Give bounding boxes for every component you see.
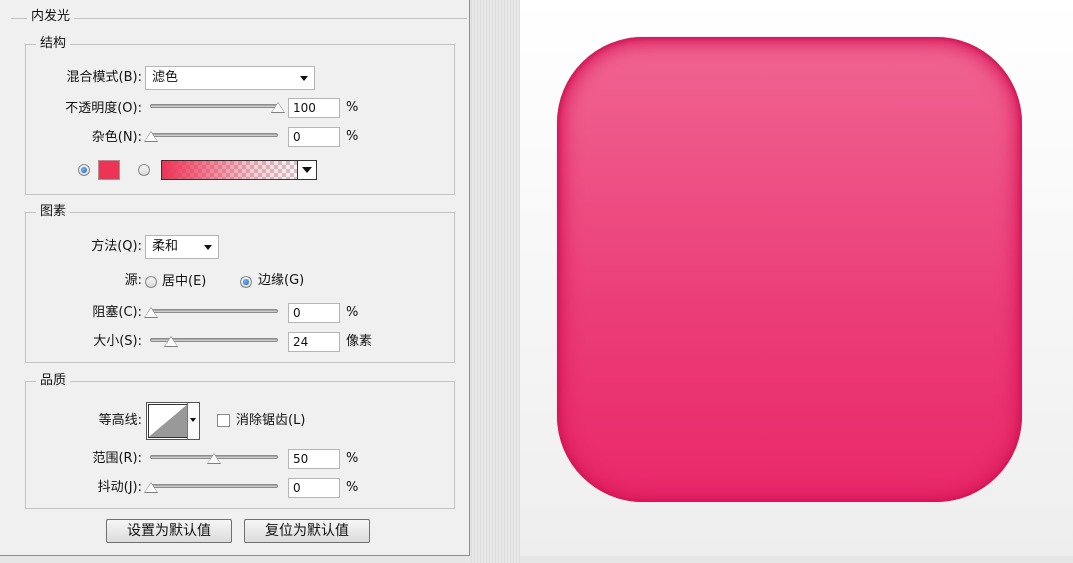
chevron-down-icon <box>204 245 212 250</box>
rounded-square-icon-preview <box>557 37 1022 502</box>
source-edge-label[interactable]: 边缘(G) <box>258 272 304 290</box>
noise-slider[interactable] <box>144 129 278 143</box>
size-slider[interactable] <box>150 334 278 348</box>
choke-slider[interactable] <box>144 305 278 319</box>
chevron-down-icon[interactable] <box>187 403 199 439</box>
choke-slider-thumb[interactable] <box>144 307 158 318</box>
jitter-slider-thumb[interactable] <box>144 482 158 493</box>
jitter-slider[interactable] <box>144 480 278 494</box>
jitter-unit: % <box>346 480 359 495</box>
solid-color-radio[interactable] <box>78 164 90 176</box>
noise-unit: % <box>346 129 359 144</box>
range-input[interactable]: 50 <box>288 449 340 469</box>
source-center-radio[interactable] <box>145 276 157 288</box>
inner-glow-group: 内发光 <box>11 9 467 25</box>
anti-alias-label[interactable]: 消除锯齿(L) <box>236 412 305 430</box>
size-unit: 像素 <box>346 334 373 349</box>
range-label: 范围(R): <box>92 451 142 466</box>
technique-select[interactable]: 柔和 <box>145 235 219 259</box>
range-unit: % <box>346 451 359 466</box>
source-label: 源: <box>124 273 142 288</box>
quality-title: 品质 <box>36 373 71 389</box>
opacity-unit: % <box>346 100 359 115</box>
opacity-label: 不透明度(O): <box>65 101 142 116</box>
choke-label: 阻塞(C): <box>92 305 142 320</box>
opacity-slider[interactable] <box>150 100 285 114</box>
inner-glow-panel: 内发光 结构 混合模式(B): 滤色 不透明度(O): 100 % 杂色(N):… <box>0 0 470 556</box>
structure-title: 结构 <box>36 36 71 52</box>
reset-default-button[interactable]: 复位为默认值 <box>244 519 370 543</box>
size-label: 大小(S): <box>93 334 142 349</box>
contour-picker[interactable] <box>146 402 200 440</box>
glow-color-swatch[interactable] <box>98 160 120 180</box>
range-slider[interactable] <box>150 451 278 465</box>
size-input[interactable]: 24 <box>288 332 340 352</box>
gradient-picker[interactable] <box>161 160 317 180</box>
contour-preview <box>148 404 188 438</box>
anti-alias-checkbox[interactable] <box>217 414 230 427</box>
make-default-button[interactable]: 设置为默认值 <box>106 519 232 543</box>
technique-value: 柔和 <box>152 239 179 254</box>
noise-input[interactable]: 0 <box>288 127 340 147</box>
gradient-radio[interactable] <box>138 164 150 176</box>
inner-glow-title: 内发光 <box>27 9 75 25</box>
blend-mode-select[interactable]: 滤色 <box>145 66 315 90</box>
blend-mode-label: 混合模式(B): <box>66 70 142 85</box>
jitter-input[interactable]: 0 <box>288 478 340 498</box>
range-slider-thumb[interactable] <box>207 453 221 464</box>
blend-mode-value: 滤色 <box>152 70 179 85</box>
source-center-label[interactable]: 居中(E) <box>162 273 206 291</box>
source-edge-radio[interactable] <box>240 276 252 288</box>
preview-canvas <box>520 0 1073 556</box>
choke-unit: % <box>346 305 359 320</box>
opacity-input[interactable]: 100 <box>288 98 340 118</box>
elements-title: 图素 <box>36 204 71 220</box>
canvas-gap <box>471 0 520 563</box>
technique-label: 方法(Q): <box>91 239 142 254</box>
chevron-down-icon[interactable] <box>297 161 316 179</box>
contour-label: 等高线: <box>98 413 142 428</box>
choke-input[interactable]: 0 <box>288 303 340 323</box>
jitter-label: 抖动(J): <box>97 480 142 495</box>
size-slider-thumb[interactable] <box>164 336 178 347</box>
opacity-slider-thumb[interactable] <box>271 102 285 113</box>
noise-slider-thumb[interactable] <box>144 131 158 142</box>
chevron-down-icon <box>300 76 308 81</box>
noise-label: 杂色(N): <box>91 130 142 145</box>
